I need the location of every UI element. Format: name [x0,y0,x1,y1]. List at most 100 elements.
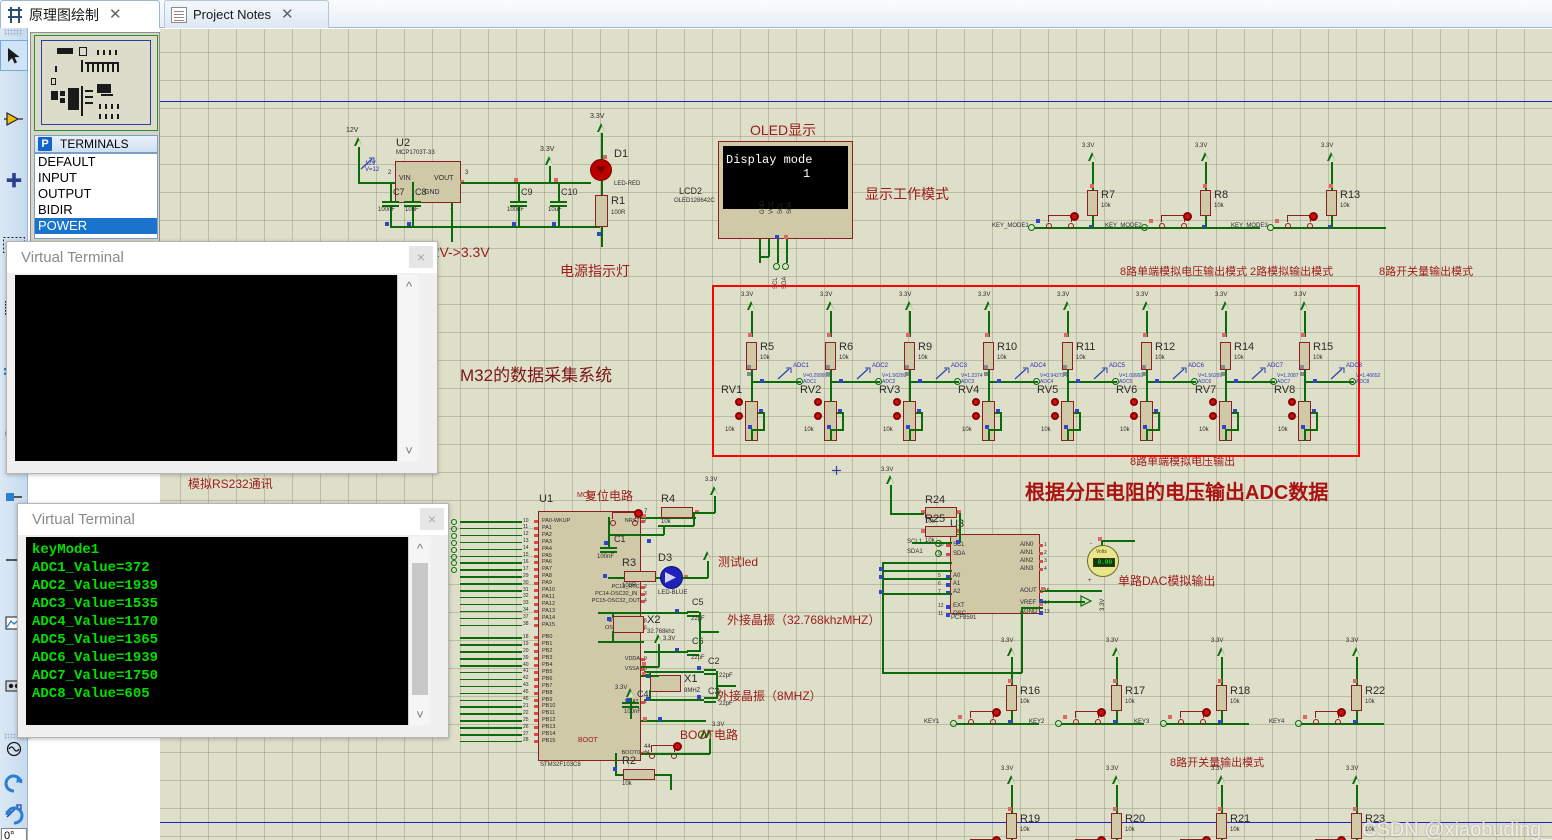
schematic-preview[interactable] [34,35,158,131]
resistor-r4[interactable] [661,507,693,518]
component-tool[interactable] [0,103,28,134]
crystal-x1[interactable] [650,675,681,692]
pushbutton-keymode2[interactable] [1157,212,1192,229]
pushbutton-boot[interactable] [647,742,682,759]
net-terminal-adc4[interactable] [451,539,457,546]
list-item[interactable]: DEFAULT [35,154,157,170]
dac-pin-name: A0 [953,573,961,579]
net-terminal-adc6[interactable] [451,553,457,560]
virtual-terminal-top-close-icon[interactable]: × [409,246,433,268]
net-terminal-adc2[interactable] [451,525,457,532]
mcu-pin-name: PA11 [542,593,555,600]
net-terminal-keymode2[interactable] [1141,224,1148,231]
virtual-terminal-bottom[interactable]: Virtual Terminal × keyMode1 ADC1_Value=37… [17,503,449,738]
oled-pin-vcc: VCC [769,201,775,214]
mcu-pin-name: PA6 [542,559,552,566]
resistor-r22[interactable] [1351,685,1362,711]
tab-schematic[interactable]: 原理图绘制 ✕ [0,0,160,28]
crystal-x2[interactable] [613,616,644,633]
resistor-r25[interactable] [925,526,957,537]
cap-c2-value: 22pF [719,673,733,679]
net-label-sda1: SDA1 [907,549,923,555]
net-terminal-key1[interactable] [950,720,957,727]
selection-tool[interactable] [0,40,28,71]
pushbutton-reset[interactable] [608,509,643,526]
dac-pin-number: 6 [938,580,941,587]
list-item[interactable]: BIDIR [35,202,157,218]
resistor-r13[interactable] [1326,190,1337,216]
cap-c1-value: 100nF [597,554,615,560]
net-terminal-adc1[interactable] [451,519,457,525]
resistor-r7[interactable] [1087,190,1098,216]
rotate-ccw-tool[interactable] [0,800,28,831]
mcu-pin-name: PB8 [542,689,553,696]
rail-label-33v: 3.3V [1321,143,1334,149]
list-item-selected[interactable]: POWER [35,218,157,234]
net-terminal-adc8[interactable] [1349,378,1356,385]
virtual-terminal-top-scrollbar[interactable]: ^ ˅ [397,275,419,461]
pushbutton-keymode3[interactable] [1283,212,1318,229]
annotation-mode-analog2: 2路模拟输出模式 [1250,266,1334,278]
resistor-r3[interactable] [624,571,656,582]
resistor-r23[interactable] [1351,813,1362,839]
net-terminal-adc3[interactable] [451,532,457,539]
virtual-terminal-top[interactable]: Virtual Terminal × ^ ˅ [6,241,438,474]
list-item[interactable]: OUTPUT [35,186,157,202]
scroll-up-icon[interactable]: ^ [398,275,420,297]
rotation-value[interactable]: 0° [1,828,27,840]
scroll-up-icon[interactable]: ^ [409,537,431,559]
rotate-cw-tool[interactable] [0,768,28,799]
net-terminal-key3[interactable] [1160,720,1167,727]
scroll-down-icon[interactable]: ˅ [409,703,431,725]
net-terminal-key2[interactable] [1055,720,1062,727]
net-terminal-sda1[interactable] [935,550,942,557]
pushbutton-key4[interactable] [1311,708,1346,725]
object-selector-list[interactable]: DEFAULT INPUT OUTPUT BIDIR POWER [34,153,158,239]
net-label-keymode1: KEY_MODE1 [992,223,1029,229]
voltmeter-plus: + [1088,578,1092,584]
pot-value: 10k [1041,427,1051,433]
virtual-terminal-bottom-close-icon[interactable]: × [420,508,444,530]
pushbutton-key3[interactable] [1176,708,1211,725]
cap-c9-value: 100nF [507,207,525,213]
virtual-terminal-top-screen[interactable] [15,275,397,461]
tab-project-notes-close-icon[interactable]: ✕ [281,7,294,22]
resistor-r19[interactable] [1006,813,1017,839]
resistor-r16[interactable] [1006,685,1017,711]
tab-project-notes-label: Project Notes [193,7,272,22]
mcu-pin-name: PB11 [542,710,556,717]
resistor-r18[interactable] [1216,685,1227,711]
net-terminal-adc5[interactable] [451,546,457,553]
list-item[interactable]: INPUT [35,170,157,186]
net-terminal-key4[interactable] [1295,720,1302,727]
net-label-keymode3: KEY_MODE3 [1231,223,1268,229]
regulator-chip-u2[interactable] [395,161,461,203]
resistor-r20[interactable] [1111,813,1122,839]
voltmeter[interactable]: Volts 0.00 [1087,545,1119,577]
gnd-icon [1128,544,1141,552]
resistor-r1[interactable] [595,195,608,227]
pushbutton-key1[interactable] [966,708,1001,725]
resistor-r21[interactable] [1216,813,1227,839]
sheet-border-bottom [160,822,1552,823]
pushbutton-keymode1[interactable] [1044,212,1079,229]
tab-schematic-close-icon[interactable]: ✕ [109,7,122,22]
virtual-terminal-bottom-screen[interactable]: keyMode1 ADC1_Value=372 ADC2_Value=1939 ADC… [26,537,408,725]
annotation-rs232: 模拟RS232通讯 [188,477,273,491]
net-terminal-scl[interactable] [773,263,780,270]
resistor-r8[interactable] [1200,190,1211,216]
tab-project-notes[interactable]: Project Notes ✕ [164,0,329,28]
pot-value: 10k [1199,427,1209,433]
pushbutton-key2[interactable] [1071,708,1106,725]
net-terminal-keymode1[interactable] [1028,224,1035,231]
resistor-r2[interactable] [623,769,655,780]
scroll-down-icon[interactable]: ˅ [398,439,420,461]
rail-label-33v: 3.3V [741,292,754,298]
virtual-terminal-bottom-scrollbar[interactable]: ^ ˅ [408,537,430,725]
junction-dot-tool[interactable] [0,166,28,197]
resistor-r17[interactable] [1111,685,1122,711]
scroll-thumb[interactable] [412,563,428,695]
net-terminal-keymode3[interactable] [1267,224,1274,231]
toolbar-drag-handle[interactable] [4,29,23,36]
net-terminal-sda[interactable] [782,263,789,270]
